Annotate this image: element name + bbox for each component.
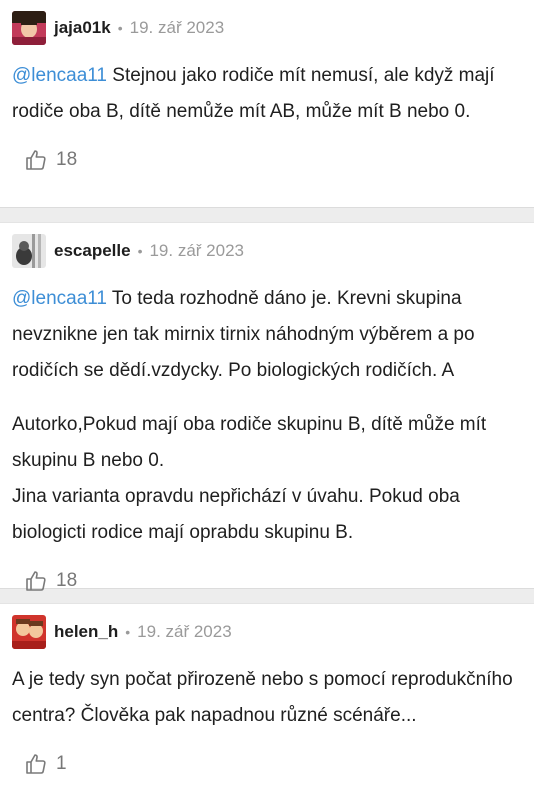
comment-header: escapelle • 19. zář 2023: [0, 223, 534, 269]
like-count: 18: [56, 149, 78, 170]
comment-header: jaja01k • 19. zář 2023: [0, 0, 534, 46]
comment-date: 19. zář 2023: [137, 622, 232, 641]
meta-separator: •: [125, 624, 131, 640]
comment-body: @lencaa11 Stejnou jako rodiče mít nemusí…: [0, 46, 534, 130]
username[interactable]: escapelle: [54, 241, 131, 261]
like-button[interactable]: 1: [0, 742, 534, 786]
comment: escapelle • 19. zář 2023 @lencaa11 To te…: [0, 223, 534, 591]
thumbs-up-icon: [26, 571, 46, 591]
comment: jaja01k • 19. zář 2023 @lencaa11 Stejnou…: [0, 0, 534, 207]
comment-date: 19. zář 2023: [149, 241, 244, 260]
comment-paragraph: Autorko,Pokud mají oba rodiče skupinu B,…: [12, 414, 487, 471]
comment-paragraph: Jina varianta opravdu nepřichází v úvahu…: [12, 486, 460, 543]
avatar-image: [12, 234, 46, 268]
avatar-image: [12, 11, 46, 45]
meta-separator: •: [117, 20, 123, 36]
username[interactable]: jaja01k: [54, 18, 111, 38]
comment-body: A je tedy syn počat přirozeně nebo s pom…: [0, 650, 534, 734]
avatar-image: [12, 615, 46, 649]
comment-body: @lencaa11 To teda rozhodně dáno je. Krev…: [0, 269, 534, 551]
thumbs-up-icon: [26, 754, 46, 774]
comment-header: helen_h • 19. zář 2023: [0, 604, 534, 650]
thumbs-up-icon: [26, 150, 46, 170]
like-button[interactable]: 18: [0, 138, 534, 182]
comment-separator: [0, 207, 534, 223]
meta-separator: •: [137, 243, 143, 259]
avatar[interactable]: [12, 615, 46, 649]
mention-link[interactable]: @lencaa11: [12, 288, 107, 309]
like-count: 1: [56, 753, 67, 774]
comment: helen_h • 19. zář 2023 A je tedy syn poč…: [0, 604, 534, 804]
username[interactable]: helen_h: [54, 622, 118, 642]
mention-link[interactable]: @lencaa11: [12, 65, 107, 86]
avatar[interactable]: [12, 11, 46, 45]
like-button[interactable]: 18: [0, 559, 534, 603]
comment-paragraph: @lencaa11 Stejnou jako rodiče mít nemusí…: [12, 58, 522, 130]
comment-date: 19. zář 2023: [129, 18, 225, 37]
like-count: 18: [56, 570, 78, 591]
comment-paragraph: A je tedy syn počat přirozeně nebo s pom…: [12, 669, 513, 726]
comment-paragraph: @lencaa11 To teda rozhodně dáno je. Krev…: [12, 281, 522, 389]
avatar[interactable]: [12, 234, 46, 268]
